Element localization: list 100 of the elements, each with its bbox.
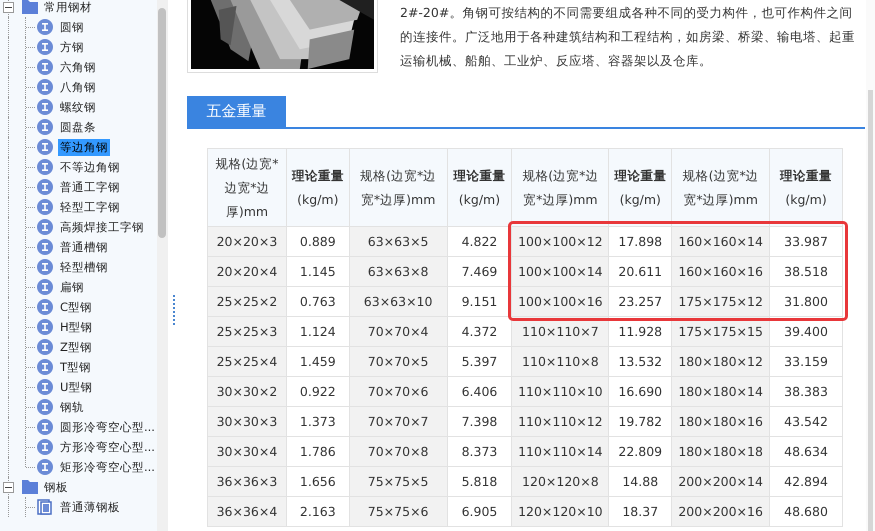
table-cell: 70×70×7 xyxy=(349,406,448,436)
table-cell: 1.373 xyxy=(286,406,350,436)
table-cell: 0.922 xyxy=(286,376,350,406)
ibeam-icon xyxy=(37,299,53,315)
tree-item[interactable]: 螺纹钢 xyxy=(58,98,98,116)
ibeam-icon xyxy=(37,199,53,215)
tree-item[interactable]: H型钢 xyxy=(58,318,95,336)
tree-item[interactable]: 方形冷弯空心型... xyxy=(58,438,157,456)
tree-item[interactable]: C型钢 xyxy=(58,298,94,316)
table-cell: 30×30×2 xyxy=(208,376,286,406)
splitter-grip[interactable] xyxy=(173,295,177,325)
column-header: 理论重量(kg/m) xyxy=(608,148,672,226)
table-cell: 100×100×14 xyxy=(512,256,609,286)
ibeam-icon xyxy=(37,139,53,155)
tree-item[interactable]: 钢轨 xyxy=(58,398,86,416)
table-cell: 33.159 xyxy=(770,346,842,376)
collapse-toggle[interactable] xyxy=(3,2,14,12)
tree-item[interactable]: 圆钢 xyxy=(58,18,86,36)
tree-item[interactable]: 轻型槽钢 xyxy=(58,258,110,276)
ibeam-icon xyxy=(37,79,53,95)
tree-item[interactable]: 圆盘条 xyxy=(58,118,98,136)
tree-item[interactable]: 高频焊接工字钢 xyxy=(58,218,146,236)
tree-item[interactable]: 普通工字钢 xyxy=(58,178,122,196)
table-cell: 20×20×4 xyxy=(208,256,286,286)
table-cell: 30×30×3 xyxy=(208,406,286,436)
tree-group-label[interactable]: 常用钢材 xyxy=(44,0,92,14)
ibeam-icon xyxy=(37,419,53,435)
ibeam-icon xyxy=(37,99,53,115)
collapse-toggle[interactable] xyxy=(3,482,14,492)
table-cell: 33.987 xyxy=(770,226,842,256)
column-header: 理论重量(kg/m) xyxy=(286,148,350,226)
tree-item[interactable]: Z型钢 xyxy=(58,338,94,356)
tree-item[interactable]: 八角钢 xyxy=(58,78,98,96)
ibeam-icon xyxy=(37,59,53,75)
table-cell: 2.163 xyxy=(286,496,350,526)
ibeam-icon xyxy=(37,399,53,415)
column-header: 规格(边宽*边宽*边厚)mm xyxy=(672,148,770,226)
table-cell: 25×25×3 xyxy=(208,316,286,346)
tree-item[interactable]: T型钢 xyxy=(58,358,94,376)
table-cell: 48.680 xyxy=(770,496,842,526)
tree-item[interactable]: 扁钢 xyxy=(58,278,86,296)
table-cell: 31.800 xyxy=(770,286,842,316)
column-header: 理论重量(kg/m) xyxy=(447,148,512,226)
table-cell: 70×70×6 xyxy=(349,376,448,406)
tree-item[interactable]: 轻型工字钢 xyxy=(58,198,122,216)
table-cell: 36×36×3 xyxy=(208,466,286,496)
tree-item[interactable]: 不等边角钢 xyxy=(58,158,122,176)
scrollbar[interactable] xyxy=(157,0,168,531)
table-cell: 1.656 xyxy=(286,466,350,496)
table-cell: 1.786 xyxy=(286,436,350,466)
table-cell: 1.145 xyxy=(286,256,350,286)
ibeam-icon xyxy=(37,359,53,375)
table-cell: 200×200×16 xyxy=(672,496,770,526)
ibeam-icon xyxy=(37,119,53,135)
tree-group-label[interactable]: 钢板 xyxy=(44,480,68,494)
table-cell: 48.634 xyxy=(770,436,842,466)
table-cell: 70×70×4 xyxy=(349,316,448,346)
ibeam-icon xyxy=(37,159,53,175)
folder-icon xyxy=(22,0,38,14)
table-cell: 180×180×12 xyxy=(672,346,770,376)
ibeam-icon xyxy=(37,19,53,35)
tree-item[interactable]: 六角钢 xyxy=(58,58,98,76)
folder-icon xyxy=(22,480,38,494)
table-cell: 36×36×4 xyxy=(208,496,286,526)
tree-item[interactable]: 方钢 xyxy=(58,38,86,56)
ibeam-icon xyxy=(37,339,53,355)
tree-item[interactable]: U型钢 xyxy=(58,378,94,396)
description-paragraph: 2#-20#。角钢可按结构的不同需要组成各种不同的受力构件，也可作构件之间 的连接件。广泛地用于各种建筑结构和工程结构，如房梁、桥梁、输电塔、起重 运输机械、船舶、工业炉、反应塔、容器架以及仓库。 xyxy=(400,4,855,70)
table-cell: 100×100×16 xyxy=(512,286,609,316)
ibeam-icon xyxy=(37,439,53,455)
tree-item[interactable]: 普通薄钢板 xyxy=(58,498,122,516)
table-cell: 75×75×5 xyxy=(349,466,448,496)
tree-item[interactable]: 等边角钢 xyxy=(58,138,110,156)
scrollbar[interactable] xyxy=(866,0,875,531)
table-cell: 175×175×12 xyxy=(672,286,770,316)
tree-item[interactable]: 普通槽钢 xyxy=(58,238,110,256)
table-cell: 20×20×3 xyxy=(208,226,286,256)
table-cell: 160×160×16 xyxy=(672,256,770,286)
tree-item[interactable]: 圆形冷弯空心型... xyxy=(58,418,157,436)
table-cell: 70×70×5 xyxy=(349,346,448,376)
pages-icon xyxy=(37,499,53,515)
column-header: 规格(边宽*边宽*边厚)mm xyxy=(349,148,448,226)
table-cell: 70×70×8 xyxy=(349,436,448,466)
table-cell: 63×63×5 xyxy=(349,226,448,256)
table-cell: 110×110×10 xyxy=(512,376,609,406)
table-cell: 0.763 xyxy=(286,286,350,316)
ibeam-icon xyxy=(37,279,53,295)
table-cell: 200×200×14 xyxy=(672,466,770,496)
column-header: 规格(边宽*边宽*边厚)mm xyxy=(512,148,609,226)
table-cell: 38.518 xyxy=(770,256,842,286)
tree-item[interactable]: 矩形冷弯空心型... xyxy=(58,458,157,476)
table-cell: 160×160×14 xyxy=(672,226,770,256)
table-cell: 120×120×8 xyxy=(512,466,609,496)
ibeam-icon xyxy=(37,179,53,195)
table-cell: 1.459 xyxy=(286,346,350,376)
section-tab[interactable]: 五金重量 xyxy=(187,96,286,127)
table-cell: 110×110×14 xyxy=(512,436,609,466)
column-header: 理论重量(kg/m) xyxy=(770,148,842,226)
ibeam-icon xyxy=(37,259,53,275)
column-header: 规格(边宽*边宽*边厚)mm xyxy=(208,148,286,226)
